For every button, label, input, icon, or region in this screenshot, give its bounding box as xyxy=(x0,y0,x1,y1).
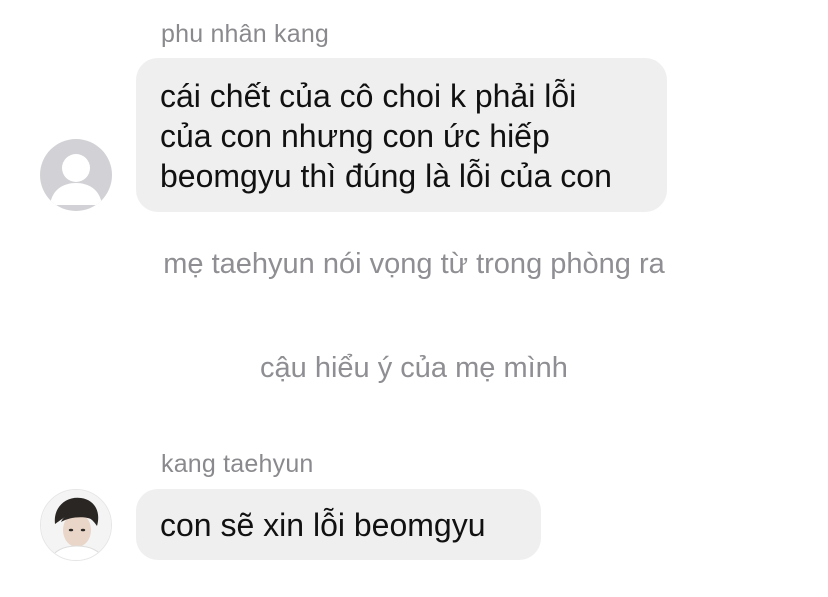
sender-name: kang taehyun xyxy=(161,450,314,478)
default-avatar-icon[interactable] xyxy=(40,139,112,211)
narration-text: mẹ taehyun nói vọng từ trong phòng ra xyxy=(163,248,665,280)
message-text-line: cái chết của cô choi k phải lỗi xyxy=(160,78,577,114)
message-bubble[interactable]: con sẽ xin lỗi beomgyu xyxy=(136,489,541,560)
person-silhouette-icon xyxy=(50,154,102,205)
message-text-line: beomgyu thì đúng là lỗi của con xyxy=(160,158,612,194)
message-text-line: con sẽ xin lỗi beomgyu xyxy=(160,507,486,543)
message-bubble[interactable]: cái chết của cô choi k phải lỗi của con … xyxy=(136,58,667,212)
profile-photo-avatar[interactable] xyxy=(40,489,112,561)
message-text-line: của con nhưng con ức hiếp xyxy=(160,118,550,154)
sender-name: phu nhân kang xyxy=(161,20,330,48)
profile-photo xyxy=(41,490,111,560)
narration-text: cậu hiểu ý của mẹ mình xyxy=(260,352,568,384)
